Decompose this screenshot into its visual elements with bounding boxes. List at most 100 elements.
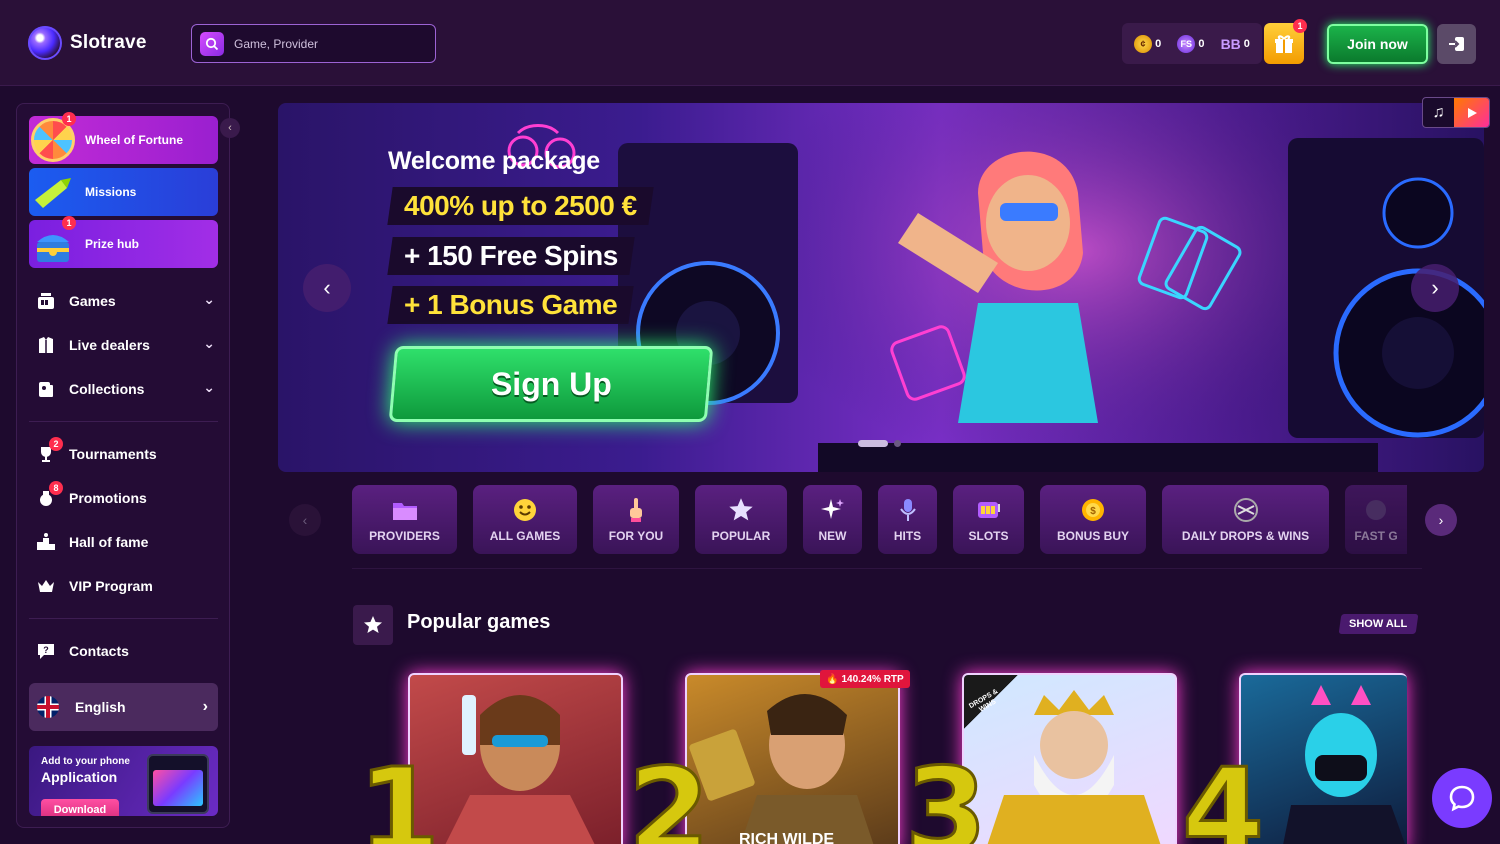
categories-next-button[interactable]: › bbox=[1425, 504, 1457, 536]
smiley-icon bbox=[513, 497, 537, 523]
phone-icon bbox=[147, 754, 209, 814]
category-all-games[interactable]: ALL GAMES bbox=[473, 485, 577, 554]
star-icon bbox=[353, 605, 393, 645]
sparkle-icon bbox=[820, 497, 846, 523]
microphone-icon bbox=[898, 497, 918, 523]
coin-balance: ¢ 0 bbox=[1134, 34, 1161, 53]
games-icon bbox=[35, 290, 57, 312]
search-box bbox=[191, 24, 436, 63]
chat-icon bbox=[1449, 785, 1475, 812]
sidebar-item-tournaments[interactable]: 2 Tournaments bbox=[35, 437, 215, 467]
show-all-button[interactable]: SHOW ALL bbox=[1338, 614, 1419, 634]
category-label: PROVIDERS bbox=[369, 528, 440, 543]
category-label: BONUS BUY bbox=[1056, 528, 1129, 543]
join-now-button[interactable]: Join now bbox=[1327, 24, 1428, 64]
chevron-down-icon: ⌄ bbox=[203, 379, 215, 395]
download-app-button[interactable]: Download bbox=[41, 799, 119, 816]
category-label: SLOTS bbox=[968, 528, 1009, 543]
sidebar-item-promotions[interactable]: 8 Promotions bbox=[35, 481, 215, 511]
rank-number: 4 bbox=[1180, 742, 1265, 844]
balances[interactable]: ¢ 0 FS 0 BB 0 bbox=[1122, 23, 1262, 64]
sidebar-item-collections[interactable]: Collections ⌄ bbox=[35, 376, 215, 402]
popular-games-title: Popular games bbox=[407, 611, 551, 633]
promotions-icon: 8 bbox=[35, 481, 63, 509]
sidebar-item-live-dealers[interactable]: Live dealers ⌄ bbox=[35, 332, 215, 358]
banner-title: Welcome package bbox=[388, 147, 600, 175]
sidebar-wheel-of-fortune[interactable]: Wheel of Fortune 1 bbox=[29, 112, 218, 164]
live-dealers-icon bbox=[35, 334, 57, 356]
categories-prev-button[interactable]: ‹ bbox=[289, 504, 321, 536]
chat-button[interactable] bbox=[1432, 768, 1492, 828]
login-button[interactable] bbox=[1437, 24, 1476, 64]
rank-number: 1 bbox=[356, 742, 441, 844]
category-for-you[interactable]: FOR YOU bbox=[593, 485, 679, 554]
play-icon[interactable] bbox=[1454, 98, 1489, 127]
logo[interactable]: Slotrave bbox=[28, 26, 147, 60]
media-controls: ♫ bbox=[1422, 97, 1490, 128]
trophy-icon: 2 bbox=[35, 437, 63, 465]
banner-next-button[interactable]: › bbox=[1411, 264, 1459, 312]
sign-up-button[interactable]: Sign Up bbox=[388, 346, 714, 422]
language-selector[interactable]: English › bbox=[29, 683, 218, 731]
gift-icon bbox=[1275, 34, 1293, 53]
category-providers[interactable]: PROVIDERS bbox=[352, 485, 457, 554]
category-label: POPULAR bbox=[711, 528, 771, 543]
drops-wins-icon bbox=[1232, 497, 1260, 523]
sidebar-item-games[interactable]: Games ⌄ bbox=[35, 288, 215, 314]
category-slots[interactable]: SLOTS bbox=[953, 485, 1024, 554]
sidebar-collapse-button[interactable]: ‹ bbox=[220, 118, 240, 138]
pagination-dot[interactable] bbox=[858, 440, 888, 447]
missions-icon bbox=[31, 170, 75, 214]
banner-free-spins-line: + 150 Free Spins bbox=[387, 237, 635, 275]
collections-icon bbox=[35, 378, 57, 400]
banner-pagination bbox=[858, 440, 901, 447]
tournaments-badge: 2 bbox=[49, 437, 63, 451]
sidebar-divider bbox=[29, 618, 218, 619]
logo-icon bbox=[28, 26, 62, 60]
podium-icon bbox=[35, 531, 57, 553]
banner-bonus-game-line: + 1 Bonus Game bbox=[387, 286, 634, 324]
category-hits[interactable]: HITS bbox=[878, 485, 937, 554]
game-card[interactable]: DROPS & WINS bbox=[962, 673, 1177, 844]
game-card-title: RICH WILDE bbox=[739, 831, 835, 844]
category-daily-drops-wins[interactable]: DAILY DROPS & WINS bbox=[1162, 485, 1329, 554]
category-popular[interactable]: POPULAR bbox=[695, 485, 787, 554]
banner-prev-button[interactable]: ‹ bbox=[303, 264, 351, 312]
sidebar-missions[interactable]: Missions bbox=[29, 168, 218, 216]
bonus-balance-icon: BB bbox=[1220, 35, 1241, 52]
category-bonus-buy[interactable]: $ BONUS BUY bbox=[1040, 485, 1146, 554]
app-download-banner[interactable]: Add to your phone Application Download bbox=[29, 746, 218, 816]
crown-icon bbox=[35, 575, 57, 597]
coin-icon: ¢ bbox=[1134, 34, 1153, 53]
gift-badge: 1 bbox=[1293, 19, 1307, 33]
game-card[interactable] bbox=[408, 673, 623, 844]
sidebar-item-contacts[interactable]: ? Contacts bbox=[35, 638, 215, 664]
fire-icon: 🔥 bbox=[826, 673, 839, 685]
music-icon[interactable]: ♫ bbox=[1423, 98, 1454, 127]
star-icon bbox=[728, 497, 754, 523]
rank-number: 3 bbox=[903, 742, 988, 844]
search-input[interactable] bbox=[234, 36, 424, 51]
sidebar-item-hall-of-fame[interactable]: Hall of fame bbox=[35, 529, 215, 555]
game-card[interactable]: RICH WILDE bbox=[685, 673, 900, 844]
finger-icon bbox=[626, 497, 646, 523]
pagination-dot[interactable] bbox=[894, 440, 901, 447]
chevron-down-icon: ⌄ bbox=[203, 291, 215, 307]
category-new[interactable]: NEW bbox=[803, 485, 862, 554]
category-label: DAILY DROPS & WINS bbox=[1181, 528, 1310, 543]
game-card[interactable] bbox=[1239, 673, 1407, 844]
free-spins-icon: FS bbox=[1177, 34, 1196, 53]
promotions-badge: 8 bbox=[49, 481, 63, 495]
sidebar-item-vip-program[interactable]: VIP Program bbox=[35, 573, 215, 599]
section-divider bbox=[352, 568, 1422, 569]
category-fast-g[interactable]: FAST G bbox=[1345, 485, 1407, 554]
sidebar-prize-hub[interactable]: Prize hub 1 bbox=[29, 216, 218, 268]
category-label: HITS bbox=[893, 528, 922, 543]
search-icon[interactable] bbox=[200, 31, 224, 56]
bonus-balance: BB 0 bbox=[1220, 35, 1250, 52]
free-spins-balance: FS 0 bbox=[1177, 34, 1204, 53]
category-label: FOR YOU bbox=[608, 528, 664, 543]
welcome-banner[interactable]: Welcome package 400% up to 2500 € + 150 … bbox=[278, 103, 1484, 472]
header: Slotrave ¢ 0 FS 0 BB 0 1 Join now bbox=[0, 0, 1500, 86]
prize-hub-badge: 1 bbox=[62, 216, 76, 230]
